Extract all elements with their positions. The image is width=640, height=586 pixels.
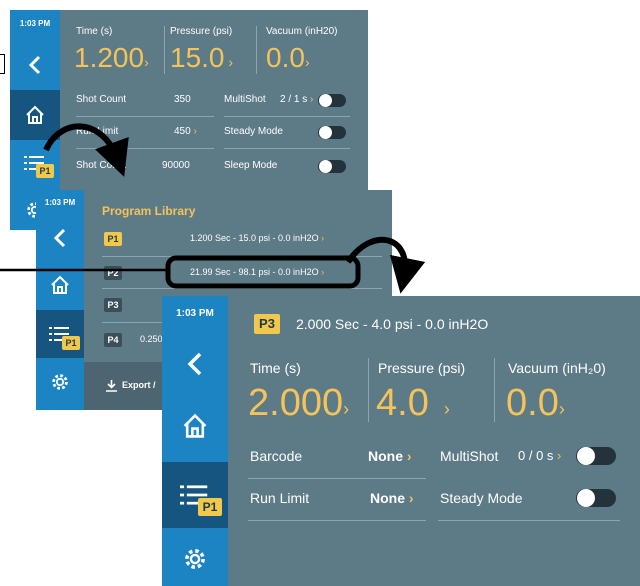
active-program-badge: P1	[62, 336, 80, 350]
program-editor-panel: 1:03 PM P1 P3 2.000 Sec - 4.0 psi - 0.0 …	[162, 296, 640, 586]
home-icon	[51, 275, 69, 294]
program-library-title: Program Library	[102, 204, 196, 218]
program-desc: 21.99 Sec - 98.1 psi - 0.0 inH2O ›	[190, 267, 325, 277]
pressure-label: Pressure (psi)	[170, 26, 233, 37]
multishot-toggle[interactable]	[318, 94, 346, 107]
steady-mode-label: Steady Mode	[224, 126, 283, 137]
back-button[interactable]	[162, 334, 228, 394]
pressure-value[interactable]: 15.0 ›	[170, 44, 233, 72]
steady-mode-toggle[interactable]	[318, 126, 346, 139]
active-program-badge: P1	[198, 498, 222, 516]
time-label: Time (s)	[76, 26, 113, 37]
steady-mode-label: Steady Mode	[440, 490, 523, 506]
current-program-badge: P3	[254, 314, 280, 334]
program-id: P4	[104, 333, 122, 347]
vacuum-label: Vacuum (inH₂0)	[508, 360, 606, 376]
shot-count-label: Shot Count	[76, 94, 127, 105]
steady-mode-toggle[interactable]	[576, 489, 616, 507]
multishot-toggle[interactable]	[576, 447, 616, 465]
home-icon	[183, 413, 207, 438]
barcode-label: Barcode	[250, 448, 303, 464]
back-chevron-icon	[28, 55, 41, 75]
time-value[interactable]: 2.000›	[248, 384, 349, 422]
sleep-mode-toggle[interactable]	[318, 160, 346, 173]
settings-button[interactable]	[36, 362, 84, 402]
pressure-value[interactable]: 4.0 ›	[376, 384, 450, 422]
program-id: P3	[104, 298, 122, 312]
program-library-button[interactable]: P1	[10, 140, 60, 185]
time-label: Time (s)	[250, 360, 301, 376]
multishot-label: MultiShot	[440, 448, 499, 464]
program-desc: 1.200 Sec - 15.0 psi - 0.0 inH2O ›	[190, 233, 325, 243]
vacuum-value[interactable]: 0.0›	[266, 44, 310, 72]
multishot-label: MultiShot	[224, 94, 266, 105]
back-chevron-icon	[53, 228, 66, 247]
gear-icon	[185, 549, 205, 569]
clock: 1:03 PM	[44, 197, 76, 207]
run-limit-value[interactable]: 450 ›	[174, 126, 197, 137]
run-limit-label: Run Limit	[76, 126, 119, 137]
run-limit-label: Run Limit	[250, 490, 310, 506]
shot-total-value: 90000	[162, 160, 190, 171]
barcode-value[interactable]: None ›	[368, 448, 412, 464]
edge-bracket	[0, 54, 5, 74]
sleep-mode-label: Sleep Mode	[224, 160, 278, 171]
settings-button[interactable]	[162, 534, 228, 584]
multishot-value[interactable]: 2 / 1 s ›	[280, 94, 313, 105]
back-button[interactable]	[10, 40, 60, 90]
program-desc: 0.250	[140, 334, 163, 344]
sidebar: 1:03 PM P1	[36, 190, 84, 410]
download-icon	[106, 380, 117, 392]
active-program-badge: P1	[36, 164, 54, 178]
vacuum-value[interactable]: 0.0›	[506, 384, 565, 422]
multishot-value[interactable]: 0 / 0 s ›	[518, 448, 561, 463]
time-value[interactable]: 1.200›	[74, 44, 149, 72]
clock: 1:03 PM	[19, 18, 51, 28]
pressure-label: Pressure (psi)	[378, 360, 466, 376]
program-summary: 2.000 Sec - 4.0 psi - 0.0 inH2O	[296, 316, 489, 332]
home-icon	[26, 105, 44, 124]
sidebar: 1:03 PM P1	[162, 296, 228, 586]
gear-icon	[52, 374, 68, 390]
vacuum-label: Vacuum (inH20)	[266, 26, 338, 37]
shot-count-value: 350	[174, 94, 191, 105]
export-label: Export /	[122, 380, 156, 390]
back-button[interactable]	[36, 215, 84, 260]
program-id: P1	[104, 232, 122, 246]
program-id: P2	[104, 266, 122, 280]
program-library-button[interactable]: P1	[162, 462, 228, 528]
shot-total-label: Shot Count	[76, 160, 127, 171]
back-chevron-icon	[187, 352, 202, 376]
program-library-button[interactable]: P1	[36, 310, 84, 358]
run-limit-value[interactable]: None ›	[370, 490, 414, 506]
home-button[interactable]	[36, 262, 84, 307]
home-button[interactable]	[10, 90, 60, 140]
clock: 1:03 PM	[176, 307, 214, 319]
home-button[interactable]	[162, 396, 228, 456]
